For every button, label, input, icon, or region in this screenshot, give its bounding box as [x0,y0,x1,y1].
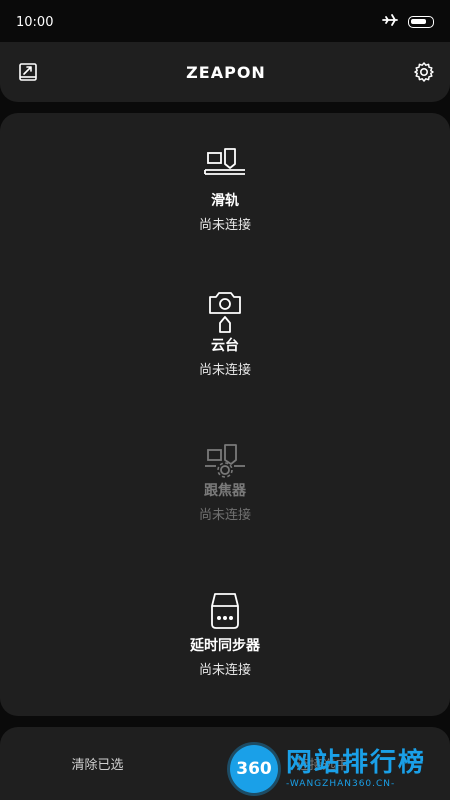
follow-focus-icon [202,433,248,479]
watermark-logo: 360 网站排行榜 -WANGZHAN360.CN- [230,742,446,796]
device-list-card: 滑轨 尚未连接 云台 尚未连接 跟焦器 尚未连接 延时同步器 尚未连接 [0,113,450,716]
device-status: 尚未连接 [198,363,251,378]
status-time: 10:00 [16,14,54,30]
timelapse-sync-icon [202,588,248,634]
device-status: 尚未连接 [198,508,251,523]
device-status: 尚未连接 [198,218,251,233]
status-icons [382,13,434,31]
watermark-title: 网站排行榜 [286,748,427,778]
device-slider[interactable]: 滑轨 尚未连接 [0,143,450,235]
slider-device-icon [202,143,248,189]
device-name: 延时同步器 [190,638,260,654]
device-follow-focus[interactable]: 跟焦器 尚未连接 [0,433,450,525]
device-name: 滑轨 [211,193,239,209]
battery-icon [408,16,434,28]
gear-icon[interactable] [412,60,436,84]
device-name: 跟焦器 [204,483,246,499]
clear-selection-button[interactable]: 清除已选 [0,754,195,773]
app-title: ZEAPON [186,62,266,82]
app-header: ZEAPON [0,42,450,102]
export-book-icon[interactable] [16,60,40,84]
watermark-badge: 360 [230,745,278,793]
device-pan-tilt-head[interactable]: 云台 尚未连接 [0,288,450,380]
airplane-mode-icon [382,13,398,31]
watermark-subtitle: -WANGZHAN360.CN- [286,779,396,789]
device-timelapse-sync[interactable]: 延时同步器 尚未连接 [0,588,450,680]
status-bar: 10:00 [0,0,450,44]
device-name: 云台 [211,338,239,354]
watermark-text: 网站排行榜 -WANGZHAN360.CN- [286,748,426,790]
camera-head-icon [202,288,248,334]
device-status: 尚未连接 [198,663,251,678]
battery-level [411,19,426,24]
